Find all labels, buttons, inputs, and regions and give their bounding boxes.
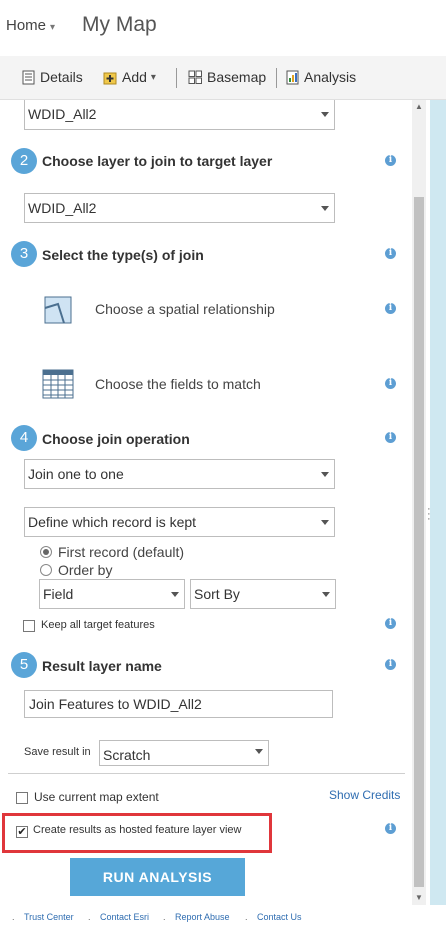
separator-dot: . [163,912,166,922]
chevron-down-icon[interactable]: ▾ [50,22,55,33]
details-icon [22,70,35,84]
first-record-radio[interactable] [40,546,52,558]
info-icon[interactable]: i [385,618,396,629]
info-icon[interactable]: i [385,823,396,834]
toolbar-divider [276,68,277,88]
step-number: 2 [11,148,37,174]
step-number: 5 [11,652,37,678]
use-extent-checkbox[interactable] [16,792,28,804]
toolbar-divider [176,68,177,88]
add-label[interactable]: Add [122,69,147,85]
keep-all-label: Keep all target features [41,619,155,631]
fields-match-option[interactable]: Choose the fields to match [95,376,261,392]
report-abuse-link[interactable]: Report Abuse [175,912,230,922]
chevron-down-icon [322,592,330,597]
analysis-panel: WDID_All2 2 Choose layer to join to targ… [0,100,412,905]
target-layer-select[interactable]: WDID_All2 [24,100,335,130]
chevron-down-icon [321,520,329,525]
basemap-button[interactable]: Basemap [188,69,266,85]
use-extent-label: Use current map extent [34,790,159,804]
chevron-down-icon [321,112,329,117]
show-credits-link[interactable]: Show Credits [329,788,400,802]
chevron-down-icon [321,206,329,211]
divider [8,773,405,774]
contact-esri-link[interactable]: Contact Esri [100,912,149,922]
add-button[interactable]: Add ▾ [103,69,156,85]
home-label[interactable]: Home [6,17,46,34]
trust-center-link[interactable]: Trust Center [24,912,74,922]
order-field-select[interactable]: Field [39,579,185,609]
separator-dot: . [88,912,91,922]
top-bar: Home ▾ My Map [0,0,446,56]
panel-scrollbar[interactable]: ▲ ▼ [412,100,426,905]
details-button[interactable]: Details [22,69,83,85]
save-location-value: Scratch [103,747,151,763]
target-layer-value: WDID_All2 [28,106,97,122]
step-number: 3 [11,241,37,267]
separator-dot: . [12,912,15,922]
order-field-value: Field [43,586,74,602]
order-by-label: Order by [58,562,113,578]
join-operation-value: Join one to one [28,466,124,482]
info-icon[interactable]: i [385,659,396,670]
map-title: My Map [82,13,157,36]
run-analysis-button[interactable]: RUN ANALYSIS [70,858,245,896]
toolbar: Details Add ▾ Basemap Analysis [0,56,446,100]
hosted-view-label: Create results as hosted feature layer v… [33,824,242,836]
record-kept-select[interactable]: Define which record is kept [24,507,335,537]
first-record-label: First record (default) [58,544,185,560]
step-title: Choose layer to join to target layer [42,153,273,169]
table-fields-icon[interactable] [42,369,74,399]
add-icon [103,72,117,84]
join-layer-value: WDID_All2 [28,200,97,216]
basemap-label[interactable]: Basemap [207,69,266,85]
join-operation-select[interactable]: Join one to one [24,459,335,489]
analysis-icon [286,70,299,84]
chevron-down-icon [171,592,179,597]
info-icon[interactable]: i [385,303,396,314]
analysis-label[interactable]: Analysis [304,69,356,85]
home-menu[interactable]: Home ▾ [6,17,55,34]
save-result-label: Save result in [24,746,91,758]
chevron-down-icon [255,749,263,754]
spatial-relationship-option[interactable]: Choose a spatial relationship [95,301,275,317]
save-location-select[interactable]: Scratch [99,740,269,766]
step-number: 4 [11,425,37,451]
contact-us-link[interactable]: Contact Us [257,912,302,922]
order-by-radio[interactable] [40,564,52,576]
scroll-down-icon[interactable]: ▼ [415,893,423,902]
step-title: Select the type(s) of join [42,247,204,263]
details-label[interactable]: Details [40,69,83,85]
scroll-up-icon[interactable]: ▲ [415,102,423,111]
chevron-down-icon [321,472,329,477]
basemap-grid-icon [188,70,202,84]
record-kept-value: Define which record is kept [28,514,197,530]
analysis-button[interactable]: Analysis [286,69,356,85]
hosted-view-checkbox[interactable]: ✔ [16,826,28,838]
keep-all-checkbox[interactable] [23,620,35,632]
chevron-down-icon[interactable]: ▾ [151,72,156,83]
sort-by-value: Sort By [194,586,240,602]
scroll-thumb[interactable] [414,197,424,887]
join-layer-select[interactable]: WDID_All2 [24,193,335,223]
info-icon[interactable]: i [385,432,396,443]
info-icon[interactable]: i [385,378,396,389]
spatial-relationship-icon[interactable] [44,296,72,324]
step-title: Choose join operation [42,431,190,447]
info-icon[interactable]: i [385,155,396,166]
info-icon[interactable]: i [385,248,396,259]
step-title: Result layer name [42,658,162,674]
map-view[interactable] [430,100,446,905]
separator-dot: . [245,912,248,922]
sort-by-select[interactable]: Sort By [190,579,336,609]
result-name-input[interactable]: Join Features to WDID_All2 [24,690,333,718]
footer: . Trust Center . Contact Esri . Report A… [0,905,446,928]
